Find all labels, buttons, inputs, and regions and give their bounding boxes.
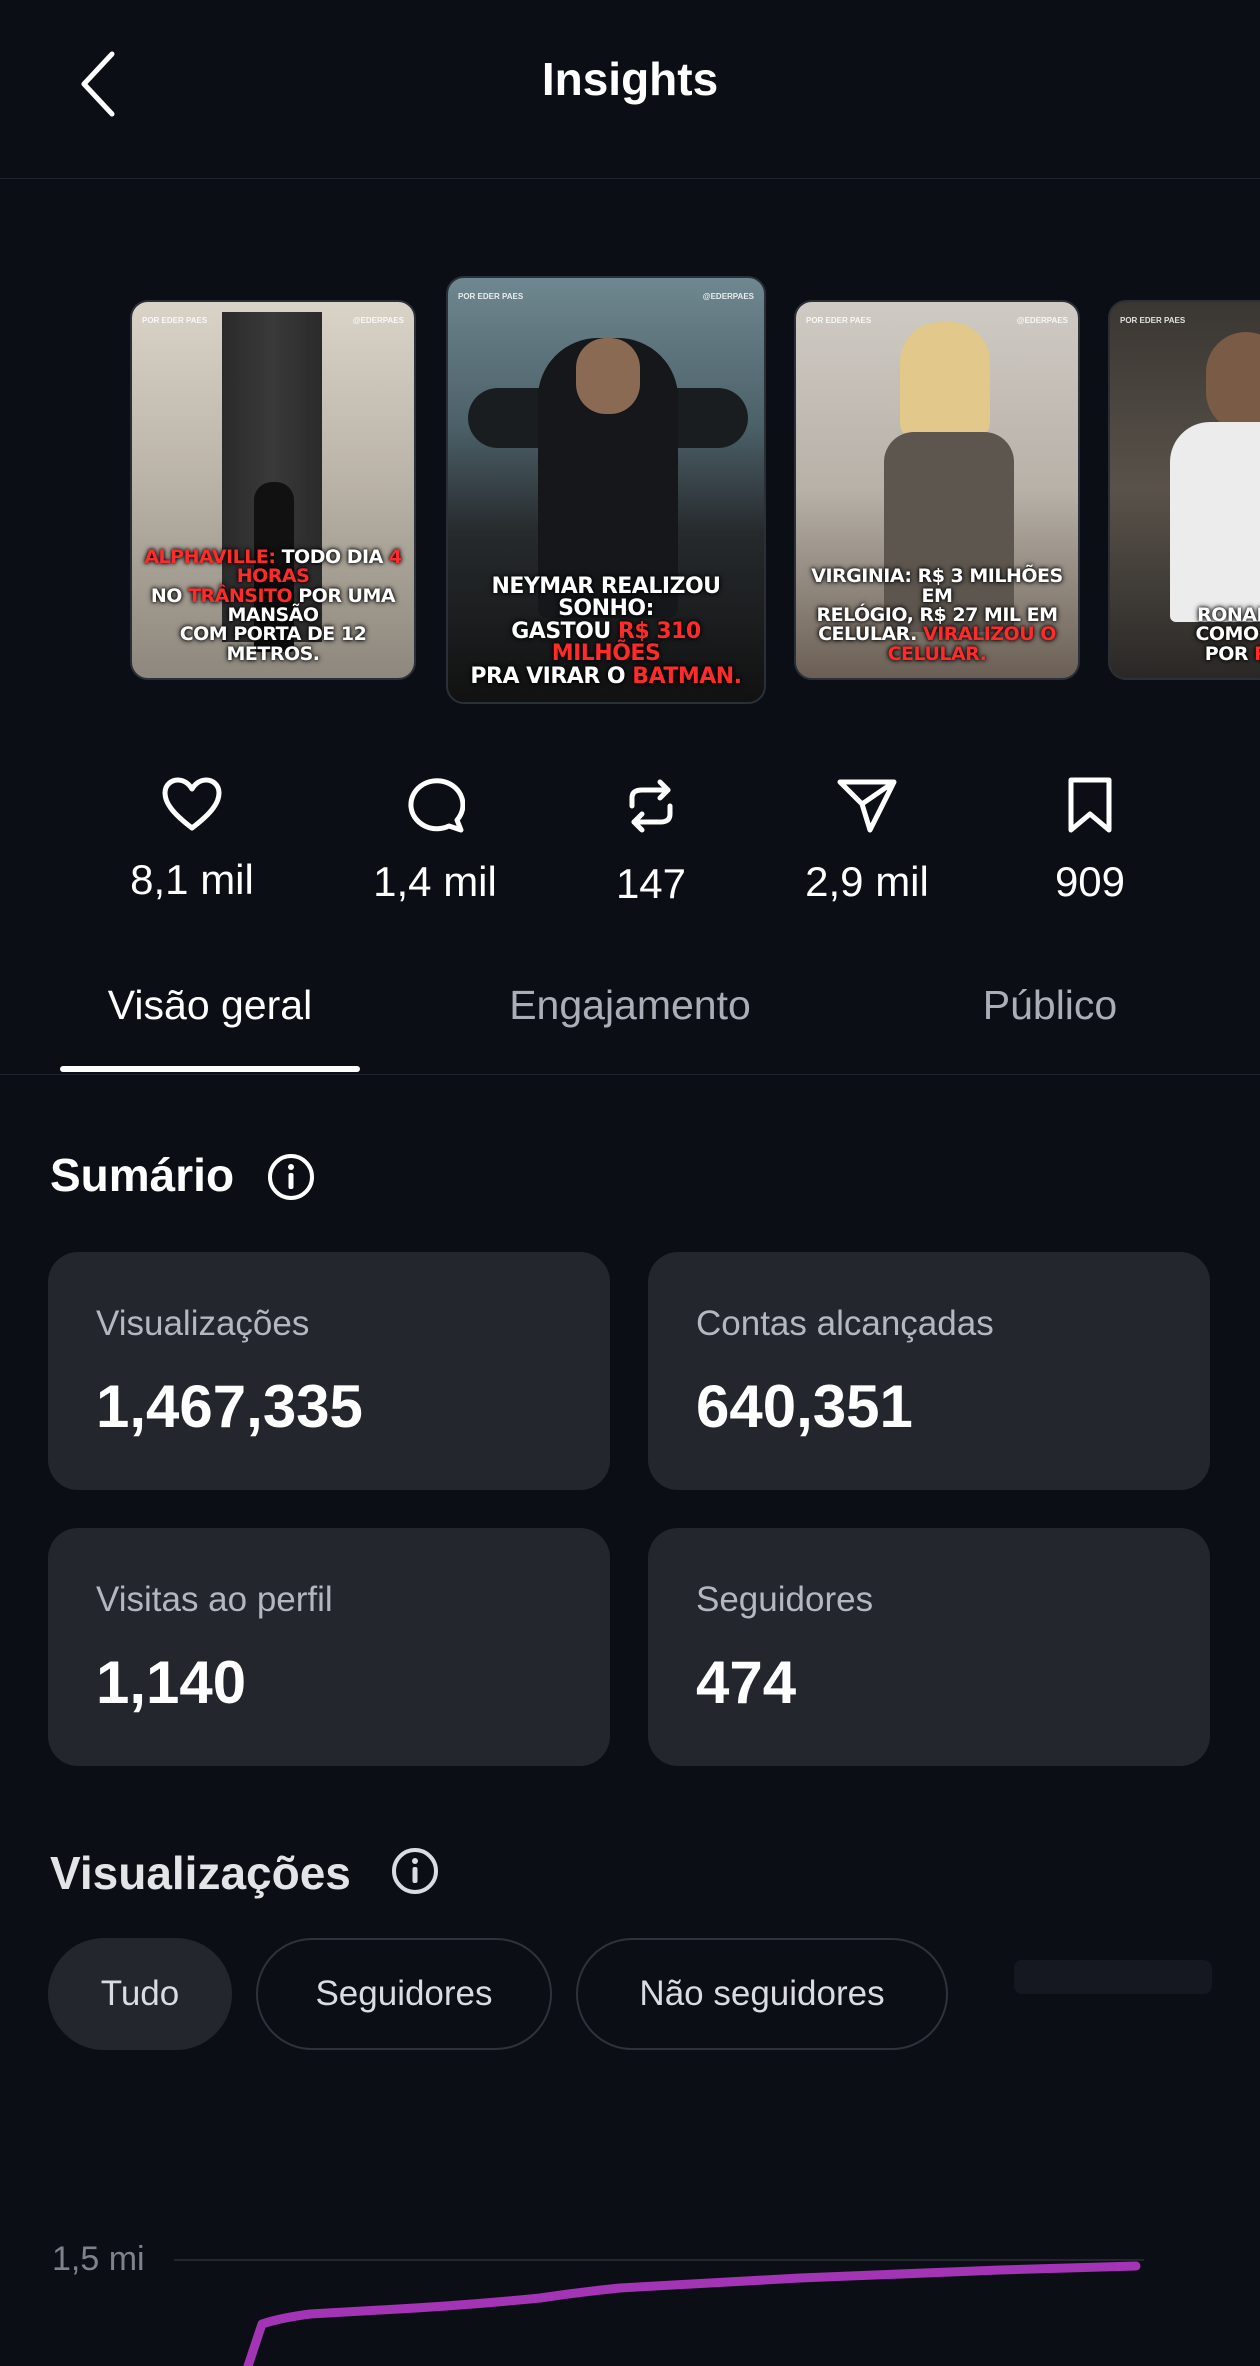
caption-highlight: BATMAN. (632, 663, 742, 689)
tab-engagement[interactable]: Engajamento (480, 982, 780, 1029)
reposts-count: 147 (615, 860, 687, 907)
caption-text: NEYMAR REALIZOU SONHO: (491, 573, 721, 622)
comments-count: 1,4 mil (373, 858, 497, 905)
post-author-tag: POR EDER PAES (806, 316, 872, 325)
heart-icon (162, 777, 222, 831)
caption-line: CELULAR. VIRALIZOU O CELULAR. (804, 624, 1070, 664)
saves-stat: 909 (990, 776, 1190, 906)
views-line-chart (243, 2261, 1141, 2366)
caption-text: NO (150, 584, 189, 607)
caption-text: VIRGINIA: R$ 3 MILHÕES EM (811, 565, 1063, 607)
face-shape (1206, 332, 1260, 432)
caption-highlight: R$ 300 (1254, 643, 1260, 665)
summary-title: Sumário (50, 1149, 235, 1201)
filter-followers-chip[interactable]: Seguidores (256, 1938, 552, 2050)
tabs-divider (0, 1074, 1260, 1075)
card-label: Contas alcançadas (696, 1304, 994, 1343)
profile-visits-card[interactable]: Visitas ao perfil 1,140 (48, 1528, 610, 1766)
caption-text: GASTOU (511, 618, 618, 644)
post-caption: NEYMAR REALIZOU SONHO: GASTOU R$ 310 MILH… (456, 573, 756, 689)
repost-icon (629, 779, 673, 833)
post-author-tag: POR EDER PAES (1120, 316, 1186, 325)
tab-audience[interactable]: Público (900, 982, 1200, 1029)
post-caption: ALPHAVILLE: TODO DIA 4 HORAS NO TRÂNSITO … (140, 547, 406, 665)
caption-line: NO TRÂNSITO POR UMA MANSÃO (140, 584, 406, 626)
card-value: 1,140 (96, 1649, 247, 1716)
likes-stat: 8,1 mil (92, 776, 292, 904)
accounts-reached-card[interactable]: Contas alcançadas 640,351 (648, 1252, 1210, 1490)
shares-count: 2,9 mil (805, 858, 929, 905)
caption-line: COM PORTA DE 12 METROS. (140, 623, 406, 665)
post-author-tag: POR EDER PAES (458, 292, 524, 301)
hair-shape (900, 322, 990, 442)
post-handle-tag: @EDERPAES (1016, 316, 1068, 325)
post-handle-tag: @EDERPAES (702, 292, 754, 301)
active-tab-indicator (60, 1066, 360, 1072)
caption-line: PRA VIRAR O BATMAN. (456, 663, 756, 689)
header: Insights (0, 0, 1260, 179)
person-figure (1170, 422, 1260, 622)
tab-overview[interactable]: Visão geral (60, 982, 360, 1029)
filter-non-followers-chip[interactable]: Não seguidores (576, 1938, 948, 2050)
views-section-title: Visualizações (50, 1847, 351, 1899)
caption-text: PRA VIRAR O (470, 663, 633, 689)
card-value: 474 (696, 1649, 797, 1716)
page-title: Insights (541, 53, 719, 105)
likes-count: 8,1 mil (130, 856, 254, 903)
post-caption: RONALDO DECOMO VENDEPOR R$ 300 (1160, 605, 1260, 665)
post-handle-tag: @EDERPAES (352, 316, 404, 325)
caption-line: NEYMAR REALIZOU SONHO: (456, 573, 756, 622)
caption-line: POR R$ 300 (1160, 642, 1260, 665)
reposts-stat: 147 (551, 776, 751, 908)
followers-card[interactable]: Seguidores 474 (648, 1528, 1210, 1766)
card-value: 1,467,335 (96, 1373, 363, 1440)
card-label: Visualizações (96, 1304, 310, 1343)
comment-icon (408, 778, 465, 833)
card-value: 640,351 (696, 1373, 913, 1440)
post-thumbnail-selected[interactable]: POR EDER PAES @EDERPAES NEYMAR REALIZOU … (446, 276, 766, 704)
caption-text: POR (1204, 642, 1255, 665)
card-label: Visitas ao perfil (96, 1580, 333, 1619)
post-thumbnail[interactable]: POR EDER PAES @EDERPAES ALPHAVILLE: TODO… (130, 300, 416, 680)
bookmark-icon (1068, 777, 1112, 833)
shares-stat: 2,9 mil (767, 776, 967, 906)
post-thumbnail[interactable]: POR EDER PAES RONALDO DECOMO VENDEPOR R$… (1108, 300, 1260, 680)
caption-text: COM PORTA DE 12 METROS. (179, 623, 367, 665)
info-icon[interactable] (390, 1846, 440, 1896)
comments-stat: 1,4 mil (335, 776, 535, 906)
post-caption: VIRGINIA: R$ 3 MILHÕES EM RELÓGIO, R$ 27 … (804, 565, 1070, 664)
filter-all-chip[interactable]: Tudo (48, 1938, 232, 2050)
views-card[interactable]: Visualizações 1,467,335 (48, 1252, 610, 1490)
views-series-line (243, 2261, 1141, 2366)
caption-line: VIRGINIA: R$ 3 MILHÕES EM (804, 565, 1070, 607)
saves-count: 909 (1054, 858, 1126, 905)
card-label: Seguidores (696, 1580, 874, 1619)
caption-line: ALPHAVILLE: TODO DIA 4 HORAS (140, 547, 406, 587)
info-icon[interactable] (266, 1152, 316, 1202)
loading-placeholder (1014, 1960, 1212, 1994)
post-thumbnail[interactable]: POR EDER PAES @EDERPAES VIRGINIA: R$ 3 M… (794, 300, 1080, 680)
face-shape (576, 338, 640, 414)
send-icon (837, 779, 897, 833)
post-author-tag: POR EDER PAES (142, 316, 208, 325)
caption-line: GASTOU R$ 310 MILHÕES (456, 618, 756, 666)
